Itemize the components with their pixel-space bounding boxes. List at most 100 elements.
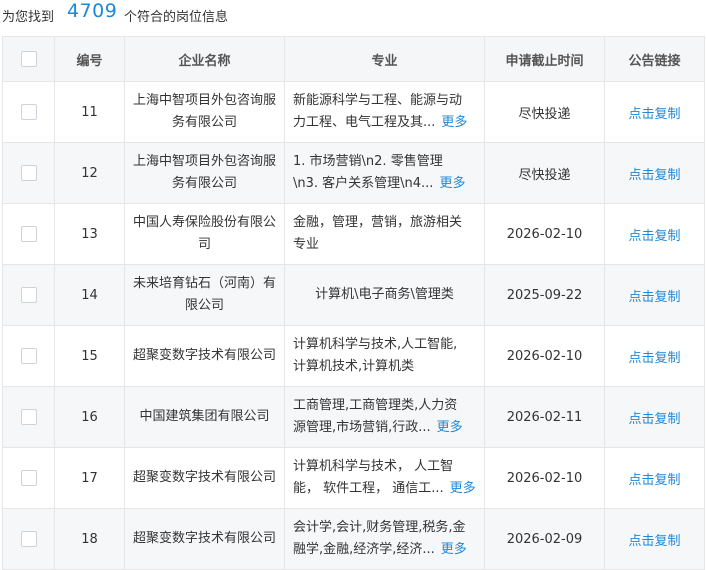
table-row: 12 上海中智项目外包咨询服务有限公司 1. 市场营销\n2. 零售管理 \n3. 客… [2, 142, 705, 204]
row-checkbox[interactable] [20, 226, 37, 242]
summary-prefix: 为您找到 [2, 10, 55, 25]
major-cell: 1. 市场营销\n2. 零售管理 \n3. 客户关系管理\n4... 更多 [284, 142, 485, 204]
major-line-2: 专业 [293, 234, 476, 256]
row-number: 17 [54, 447, 125, 509]
column-header-num: 编号 [54, 36, 125, 82]
major-line-2-text: 专业 [293, 237, 320, 252]
result-count: 4709 [67, 0, 118, 22]
row-checkbox[interactable] [20, 104, 37, 120]
deadline: 2026-02-11 [484, 386, 605, 448]
column-header-deadline: 申请截止时间 [484, 36, 605, 82]
select-all-cell[interactable] [2, 36, 55, 82]
summary-suffix: 个符合的岗位信息 [124, 10, 229, 25]
company-name: 未来培育钻石（河南）有限公司 [124, 264, 285, 326]
major-cell: 工商管理,工商管理类,人力资 源管理,市场营销,行政... 更多 [284, 386, 485, 448]
table-row: 15 超聚变数字技术有限公司 计算机科学与技术,人工智能, 计算机技术,计算机类 202… [2, 325, 705, 387]
row-checkbox[interactable] [20, 470, 37, 486]
major-line-2-text: 源管理,市场营销,行政... [293, 420, 431, 435]
deadline: 2026-02-10 [484, 325, 605, 387]
deadline: 2026-02-10 [484, 203, 605, 265]
major-line-2-text: \n3. 客户关系管理\n4... [293, 176, 434, 191]
row-select-cell[interactable] [2, 203, 55, 265]
company-name: 中国建筑集团有限公司 [124, 386, 285, 448]
major-line-2: \n3. 客户关系管理\n4... 更多 [293, 173, 476, 195]
row-number: 15 [54, 325, 125, 387]
company-name: 超聚变数字技术有限公司 [124, 325, 285, 387]
deadline: 2025-09-22 [484, 264, 605, 326]
major-line-2: 力工程、电气工程及其... 更多 [293, 112, 476, 134]
table-row: 17 超聚变数字技术有限公司 计算机科学与技术， 人工智 能， 软件工程， 通信工..… [2, 447, 705, 509]
company-name: 超聚变数字技术有限公司 [124, 447, 285, 509]
more-link[interactable]: 更多 [441, 115, 467, 130]
deadline: 尽快投递 [484, 81, 605, 143]
major-line-2: 能， 软件工程， 通信工... 更多 [293, 478, 476, 500]
major-line-1: 1. 市场营销\n2. 零售管理 [293, 154, 443, 169]
row-checkbox[interactable] [20, 409, 37, 425]
major-cell: 金融，管理，营销，旅游相关 专业 [284, 203, 485, 265]
major-line-1: 计算机科学与技术,人工智能, [293, 337, 458, 352]
company-name: 超聚变数字技术有限公司 [124, 508, 285, 570]
row-number: 12 [54, 142, 125, 204]
table-row: 13 中国人寿保险股份有限公司 金融，管理，营销，旅游相关 专业 2026-02-10 点… [2, 203, 705, 265]
row-number: 18 [54, 508, 125, 570]
major-cell: 计算机科学与技术， 人工智 能， 软件工程， 通信工... 更多 [284, 447, 485, 509]
row-select-cell[interactable] [2, 447, 55, 509]
row-number: 13 [54, 203, 125, 265]
major-line-2-text: 计算机技术,计算机类 [293, 359, 415, 374]
row-select-cell[interactable] [2, 142, 55, 204]
more-link[interactable]: 更多 [450, 481, 476, 496]
copy-link[interactable]: 点击复制 [604, 203, 705, 265]
more-link[interactable]: 更多 [439, 176, 465, 191]
copy-link[interactable]: 点击复制 [604, 386, 705, 448]
copy-link[interactable]: 点击复制 [604, 264, 705, 326]
major-cell: 新能源科学与工程、能源与动 力工程、电气工程及其... 更多 [284, 81, 485, 143]
row-select-cell[interactable] [2, 386, 55, 448]
row-number: 11 [54, 81, 125, 143]
deadline: 2026-02-10 [484, 447, 605, 509]
major-line-2: 源管理,市场营销,行政... 更多 [293, 417, 476, 439]
major-line-2: 融学,金融,经济学,经济... 更多 [293, 539, 476, 561]
deadline: 2026-02-09 [484, 508, 605, 570]
table-row: 16 中国建筑集团有限公司 工商管理,工商管理类,人力资 源管理,市场营销,行政...… [2, 386, 705, 448]
result-summary: 为您找到 4709 个符合的岗位信息 [0, 0, 706, 32]
row-checkbox[interactable] [20, 531, 37, 547]
company-name: 上海中智项目外包咨询服务有限公司 [124, 81, 285, 143]
row-select-cell[interactable] [2, 81, 55, 143]
major-line-1: 计算机\电子商务\管理类 [315, 287, 454, 302]
row-select-cell[interactable] [2, 264, 55, 326]
major-line-1: 会计学,会计,财务管理,税务,金 [293, 520, 466, 535]
more-link[interactable]: 更多 [437, 420, 463, 435]
copy-link[interactable]: 点击复制 [604, 81, 705, 143]
row-checkbox[interactable] [20, 287, 37, 303]
table-row: 11 上海中智项目外包咨询服务有限公司 新能源科学与工程、能源与动 力工程、电气工程及… [2, 81, 705, 143]
more-link[interactable]: 更多 [441, 542, 467, 557]
column-header-company: 企业名称 [124, 36, 285, 82]
major-line-1: 计算机科学与技术， 人工智 [293, 459, 454, 474]
copy-link[interactable]: 点击复制 [604, 325, 705, 387]
row-checkbox[interactable] [20, 165, 37, 181]
major-line-2: 计算机技术,计算机类 [293, 356, 476, 378]
copy-link[interactable]: 点击复制 [604, 142, 705, 204]
company-name: 中国人寿保险股份有限公司 [124, 203, 285, 265]
major-cell: 计算机科学与技术,人工智能, 计算机技术,计算机类 [284, 325, 485, 387]
major-line-2-text: 力工程、电气工程及其... [293, 115, 436, 130]
row-select-cell[interactable] [2, 325, 55, 387]
row-checkbox[interactable] [20, 348, 37, 364]
major-line-2-text: 能， 软件工程， 通信工... [293, 481, 444, 496]
major-cell: 计算机\电子商务\管理类 [284, 264, 485, 326]
copy-link[interactable]: 点击复制 [604, 508, 705, 570]
select-all-checkbox[interactable] [20, 51, 37, 67]
major-line-2-text: 融学,金融,经济学,经济... [293, 542, 435, 557]
row-select-cell[interactable] [2, 508, 55, 570]
major-line-1: 新能源科学与工程、能源与动 [293, 93, 463, 108]
copy-link[interactable]: 点击复制 [604, 447, 705, 509]
row-number: 16 [54, 386, 125, 448]
column-header-link: 公告链接 [604, 36, 705, 82]
major-line-1: 工商管理,工商管理类,人力资 [293, 398, 458, 413]
job-table: 编号 企业名称 专业 申请截止时间 公告链接 11 上海中智项目外包咨询服务有限公… [2, 36, 705, 570]
table-row: 18 超聚变数字技术有限公司 会计学,会计,财务管理,税务,金 融学,金融,经济学,经… [2, 508, 705, 570]
deadline: 尽快投递 [484, 142, 605, 204]
row-number: 14 [54, 264, 125, 326]
table-header-row: 编号 企业名称 专业 申请截止时间 公告链接 [2, 36, 705, 82]
company-name: 上海中智项目外包咨询服务有限公司 [124, 142, 285, 204]
